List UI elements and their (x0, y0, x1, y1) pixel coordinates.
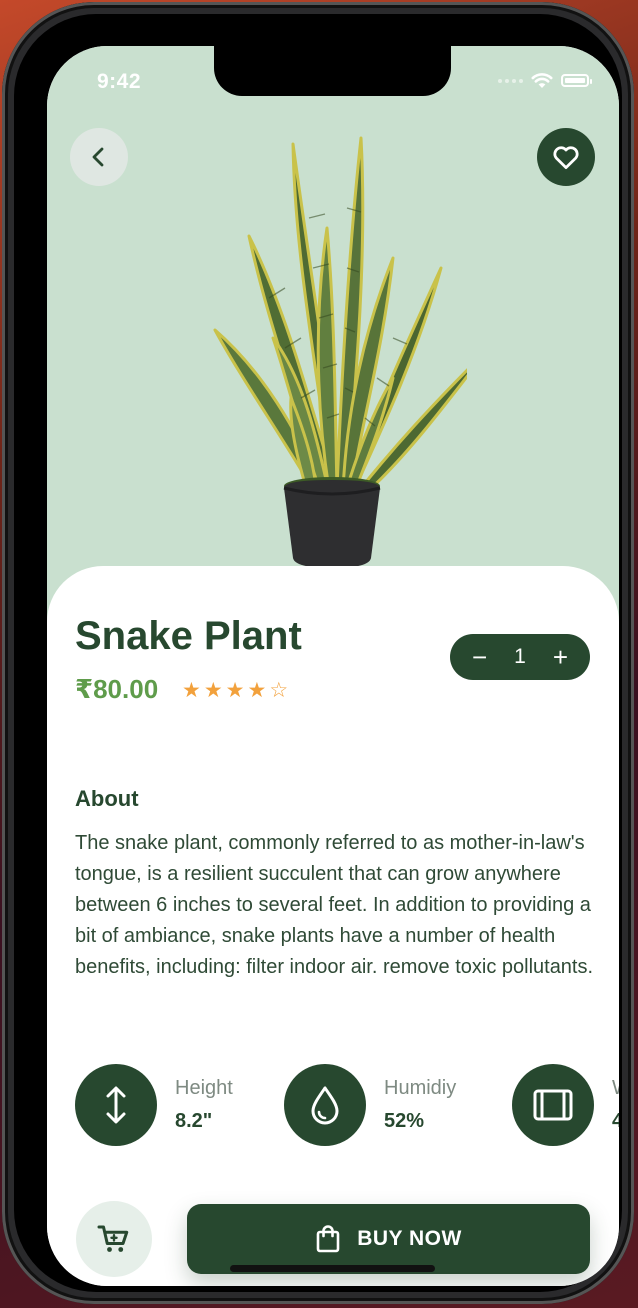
snake-plant-image (213, 136, 467, 568)
spec-label: Height (175, 1077, 233, 1099)
spec-height: Height 8.2" (75, 1064, 233, 1146)
about-description: The snake plant, commonly referred to as… (75, 832, 594, 978)
buy-now-button[interactable]: BUY NOW (187, 1204, 590, 1274)
buy-now-label: BUY NOW (357, 1227, 462, 1250)
home-indicator (230, 1265, 435, 1272)
favorite-button[interactable] (537, 128, 595, 186)
about-heading: About (75, 786, 139, 811)
rating-stars: ★ ★ ★ ★ ☆ (182, 678, 288, 703)
battery-icon (561, 74, 592, 87)
star-filled-icon: ★ (225, 679, 245, 702)
phone-frame: 9:42 Snake Plant ₹80.00 ★ ★ ★ ★ ☆ − 1 + … (2, 2, 634, 1304)
status-icons (498, 72, 592, 89)
humidity-icon-circle (284, 1064, 366, 1146)
quantity-increment-button[interactable]: + (553, 644, 568, 670)
phone-bezel: 9:42 Snake Plant ₹80.00 ★ ★ ★ ★ ☆ − 1 + … (14, 14, 622, 1292)
add-to-cart-button[interactable] (76, 1201, 152, 1277)
shopping-bag-icon (316, 1225, 340, 1253)
star-empty-icon: ☆ (269, 679, 289, 702)
product-title: Snake Plant (75, 614, 302, 658)
product-price: ₹80.00 (75, 674, 159, 704)
star-filled-icon: ★ (247, 679, 267, 702)
spec-label: W (612, 1077, 619, 1100)
heart-icon (553, 146, 579, 169)
wifi-icon (531, 73, 553, 88)
height-icon-circle (75, 1064, 157, 1146)
height-arrows-icon (106, 1086, 126, 1124)
back-button[interactable] (70, 128, 128, 186)
product-details-sheet: Snake Plant ₹80.00 ★ ★ ★ ★ ☆ − 1 + About The… (47, 566, 619, 1286)
star-filled-icon: ★ (182, 679, 201, 702)
app-screen: 9:42 Snake Plant ₹80.00 ★ ★ ★ ★ ☆ − 1 + … (47, 46, 619, 1286)
status-time: 9:42 (97, 70, 142, 93)
spec-humidity: Humidiy 52% (284, 1064, 456, 1146)
notch (214, 46, 451, 96)
width-frame-icon (533, 1089, 573, 1121)
quantity-stepper: − 1 + (450, 634, 590, 680)
chevron-left-icon (92, 147, 104, 167)
star-filled-icon: ★ (203, 679, 223, 702)
spec-value: 4 (612, 1110, 619, 1132)
spec-width: W 4 (512, 1064, 619, 1146)
spec-value: 8.2" (175, 1110, 213, 1132)
width-icon-circle (512, 1064, 594, 1146)
spec-label: Humidiy (384, 1077, 457, 1099)
cart-icon (97, 1225, 129, 1252)
quantity-value: 1 (514, 645, 526, 668)
signal-icon (498, 78, 523, 83)
product-hero: 9:42 (47, 46, 619, 646)
spec-value: 52% (384, 1110, 425, 1132)
water-drop-icon (311, 1086, 339, 1125)
quantity-decrement-button[interactable]: − (472, 644, 487, 670)
